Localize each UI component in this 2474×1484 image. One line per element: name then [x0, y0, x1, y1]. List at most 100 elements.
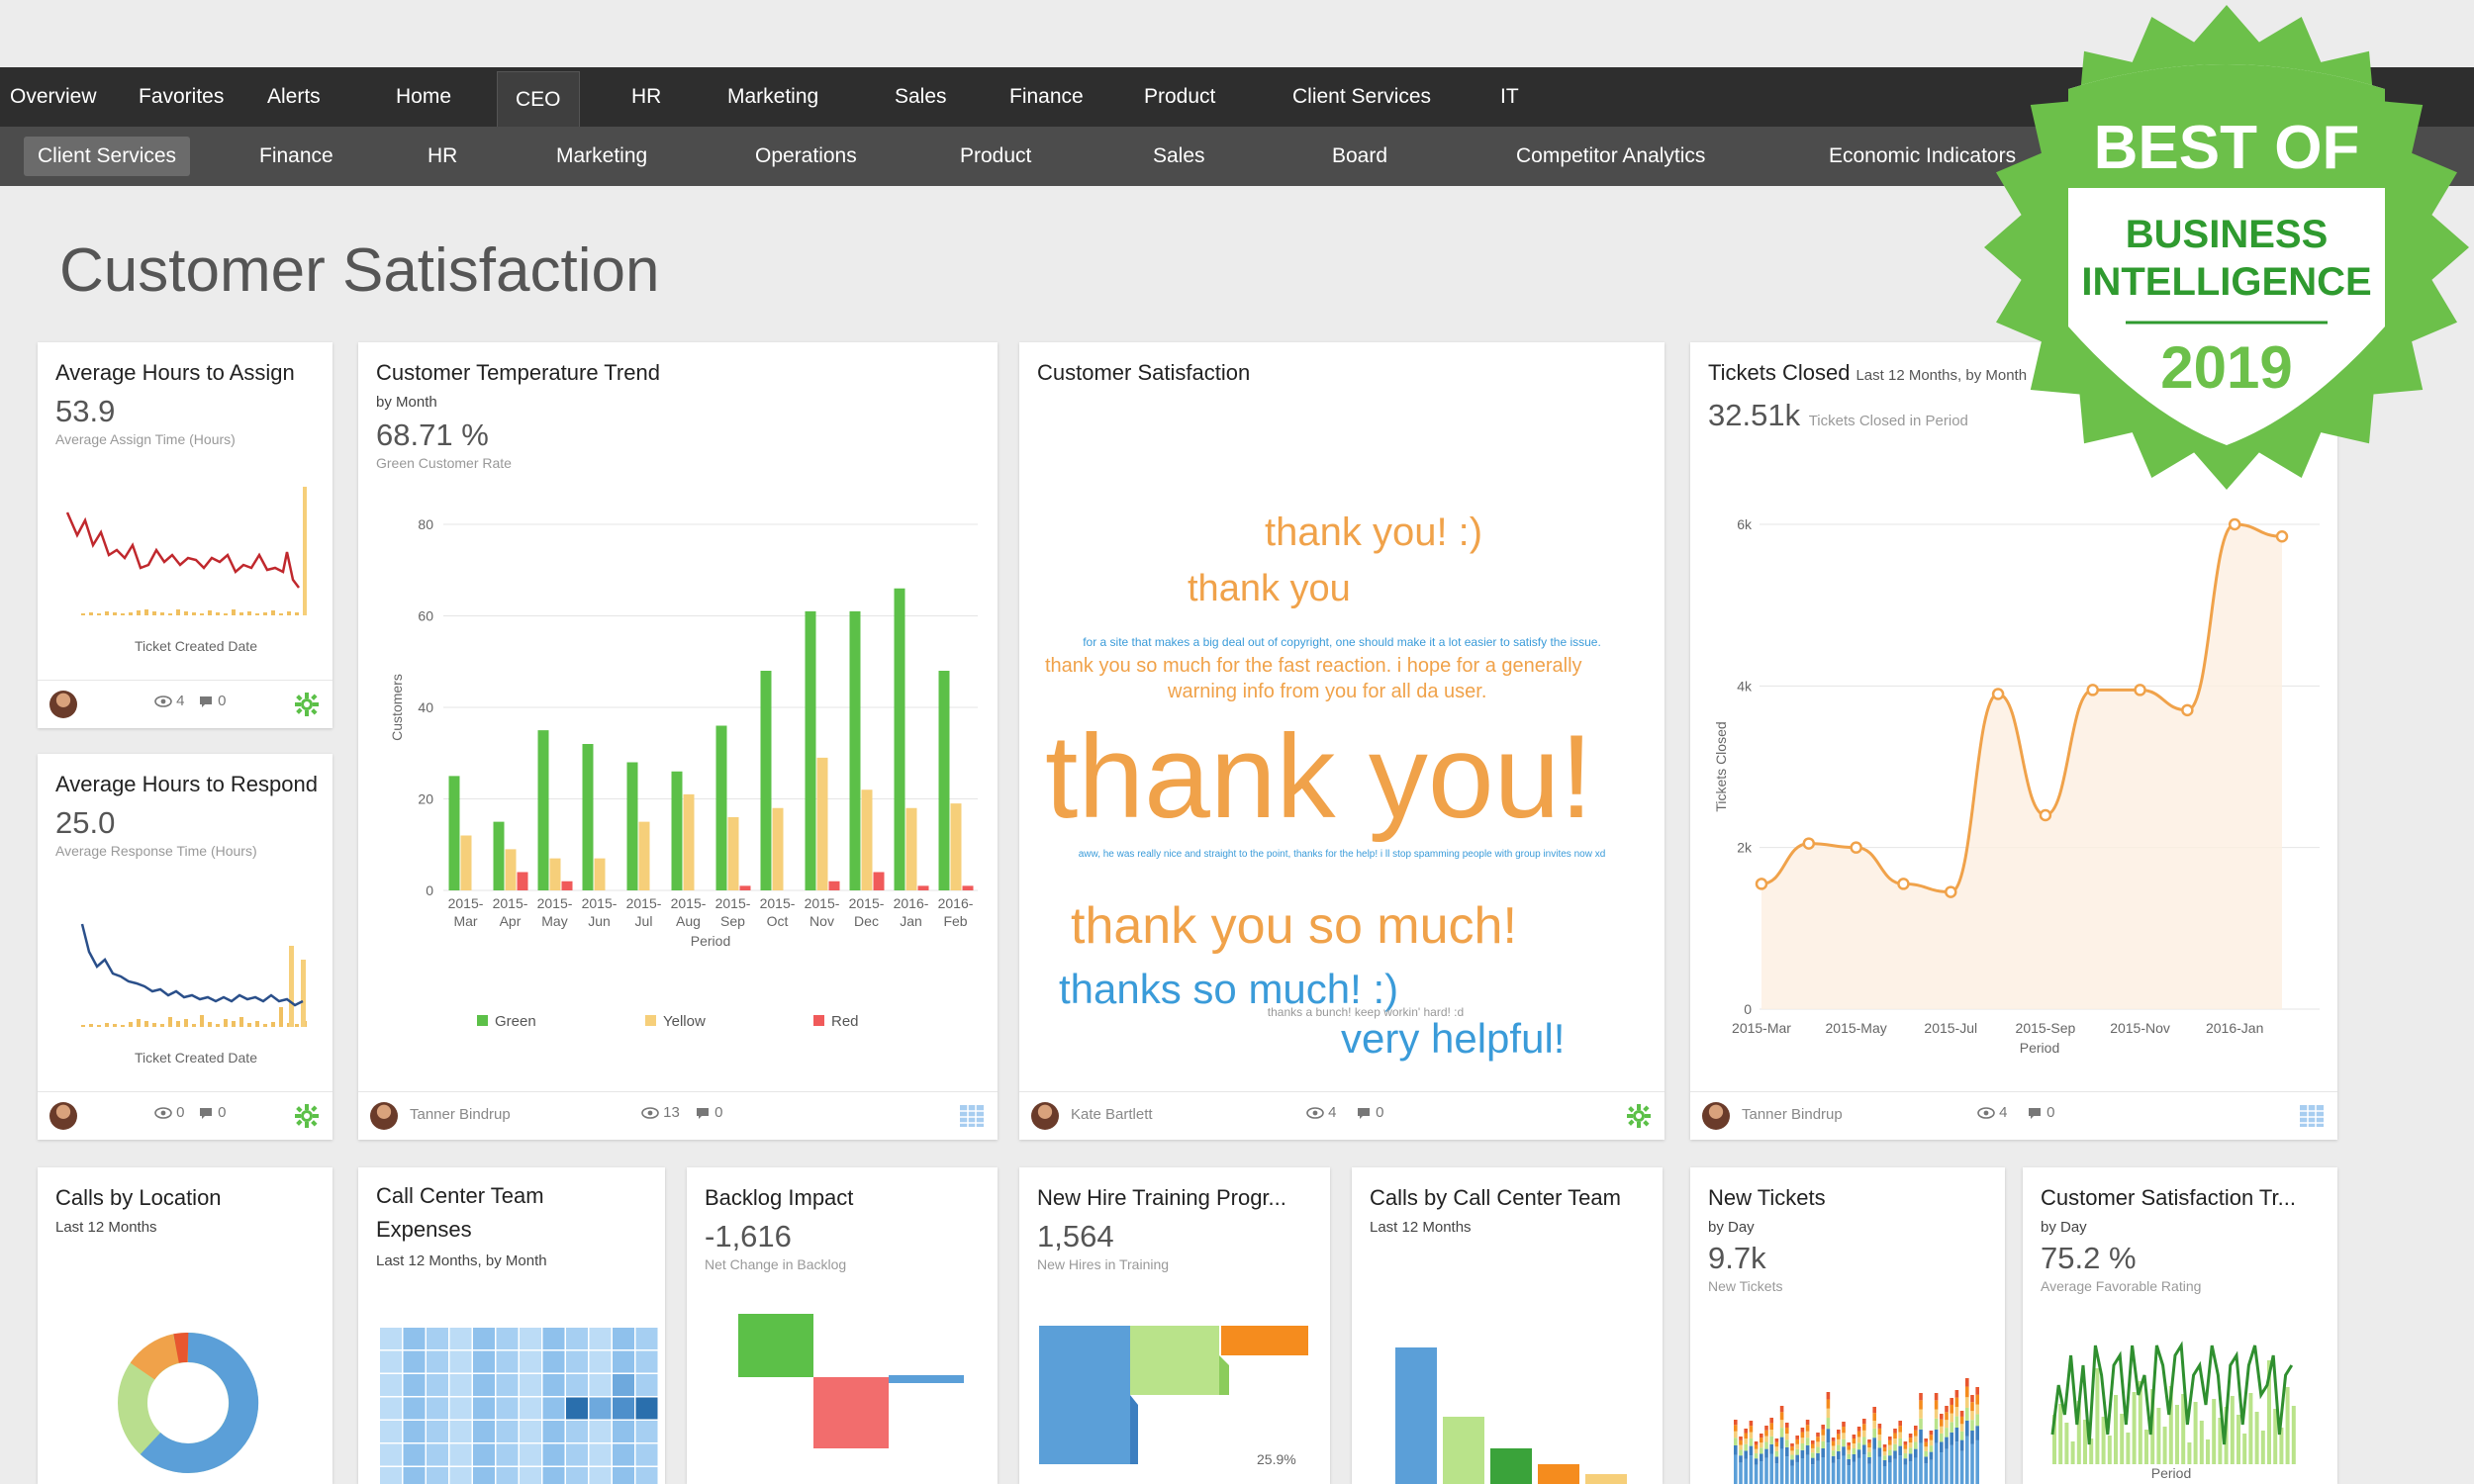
owner-name[interactable]: Kate Bartlett	[1071, 1106, 1153, 1123]
stacked-bar-segment	[1893, 1433, 1897, 1439]
subnav-tab-finance[interactable]: Finance	[259, 127, 333, 186]
comment-icon	[200, 696, 212, 707]
table-view-icon[interactable]	[2298, 1102, 2326, 1130]
card-backlog-impact[interactable]: Backlog Impact -1,616 Net Change in Back…	[687, 1167, 998, 1484]
heatmap-cell	[566, 1467, 588, 1484]
avatar[interactable]	[1031, 1102, 1059, 1130]
stacked-bar-segment	[1924, 1441, 1928, 1447]
stacked-bar-segment	[1764, 1448, 1768, 1458]
owner-name[interactable]: Tanner Bindrup	[1742, 1106, 1843, 1123]
subnav-tab-operations[interactable]: Operations	[755, 127, 857, 186]
stacked-bar-segment	[1908, 1447, 1913, 1454]
stacked-bar-segment	[1877, 1447, 1882, 1457]
card-calls-by-location[interactable]: Calls by Location Last 12 Months	[38, 1167, 333, 1484]
heatmap-cell	[635, 1397, 658, 1420]
comments-count[interactable]: 0	[2027, 1104, 2055, 1121]
nav-tab-sales[interactable]: Sales	[895, 67, 947, 127]
comments-count[interactable]: 0	[695, 1104, 723, 1121]
sparkline-bar	[152, 611, 156, 615]
subnav-tab-competitor-analytics[interactable]: Competitor Analytics	[1516, 127, 1705, 186]
bar-red	[517, 872, 528, 890]
bar-green	[760, 671, 772, 890]
trend-bar	[2162, 1427, 2167, 1464]
nav-tab-overview[interactable]: Overview	[10, 67, 97, 127]
table-view-icon[interactable]	[958, 1102, 986, 1130]
sparkline-bar	[81, 1025, 85, 1027]
stacked-bar-segment	[1924, 1446, 1928, 1451]
subnav-tab-marketing[interactable]: Marketing	[556, 127, 647, 186]
subnav-tab-hr[interactable]: HR	[428, 127, 457, 186]
refresh-gear-icon[interactable]	[293, 1102, 321, 1130]
views-count[interactable]: 4	[1306, 1104, 1337, 1121]
sparkline-bar	[184, 1019, 188, 1027]
card-avg-hours-assign[interactable]: Average Hours to Assign 53.9 Average Ass…	[38, 342, 333, 728]
stacked-bar-segment	[1744, 1443, 1748, 1451]
nav-tab-finance[interactable]: Finance	[1009, 67, 1084, 127]
stacked-bar-segment	[1842, 1438, 1846, 1447]
refresh-gear-icon[interactable]	[1625, 1102, 1653, 1130]
avatar[interactable]	[370, 1102, 398, 1130]
stacked-bar-segment	[1919, 1442, 1923, 1484]
views-count[interactable]: 0	[154, 1104, 185, 1121]
card-customer-satisfaction[interactable]: Customer Satisfaction thank you! :) thank…	[1019, 342, 1665, 1140]
nav-tab-product[interactable]: Product	[1144, 67, 1215, 127]
card-avg-hours-respond[interactable]: Average Hours to Respond 25.0 Average Re…	[38, 754, 333, 1140]
card-new-hire-training[interactable]: New Hire Training Progr... 1,564 New Hir…	[1019, 1167, 1330, 1484]
nav-tab-ceo[interactable]: CEO	[497, 71, 580, 128]
views-count[interactable]: 4	[1977, 1104, 2008, 1121]
avatar[interactable]	[49, 1102, 77, 1130]
stacked-bar-segment	[1800, 1442, 1805, 1450]
nav-tab-hr[interactable]: HR	[631, 67, 661, 127]
heatmap-cell	[473, 1397, 495, 1420]
stacked-bar-segment	[1903, 1448, 1908, 1454]
card-call-center-expenses[interactable]: Call Center Team Expenses Last 12 Months…	[358, 1167, 665, 1484]
avatar[interactable]	[49, 691, 77, 718]
stacked-bar-segment	[1929, 1439, 1934, 1446]
nav-tab-home[interactable]: Home	[396, 67, 451, 127]
card-new-tickets[interactable]: New Tickets by Day 9.7k New Tickets	[1690, 1167, 2005, 1484]
data-point	[1755, 878, 1768, 890]
nav-tab-marketing[interactable]: Marketing	[727, 67, 818, 127]
stacked-bar-segment	[1954, 1407, 1959, 1417]
avatar[interactable]	[1702, 1102, 1730, 1130]
subnav-tab-client-services[interactable]: Client Services	[24, 137, 191, 176]
bar	[1395, 1347, 1437, 1484]
stacked-bar-segment	[1908, 1434, 1913, 1438]
stacked-bar-segment	[1837, 1438, 1841, 1445]
stacked-bar-segment	[1950, 1404, 1953, 1414]
comments-count[interactable]: 0	[198, 693, 227, 709]
heatmap-cell	[542, 1374, 565, 1396]
comments-count[interactable]: 0	[198, 1104, 227, 1121]
sparkline-bar	[200, 1015, 204, 1027]
views-count[interactable]: 13	[641, 1104, 680, 1121]
bar-yellow	[950, 803, 962, 890]
subnav-tab-board[interactable]: Board	[1332, 127, 1387, 186]
stacked-bar-segment	[1872, 1407, 1876, 1414]
views-count[interactable]: 4	[154, 693, 185, 709]
sparkline-bar	[137, 610, 141, 615]
sparkline-bar	[168, 1017, 172, 1027]
stacked-bar-segment	[1934, 1400, 1939, 1410]
nav-tab-it[interactable]: IT	[1500, 67, 1519, 127]
x-tick-label: Apr	[500, 913, 522, 929]
stacked-bar-segment	[1785, 1427, 1789, 1435]
legend-swatch	[477, 1015, 488, 1026]
card-temperature-trend[interactable]: Customer Temperature Trend by Month 68.7…	[358, 342, 998, 1140]
stacked-bar-segment	[1929, 1435, 1934, 1440]
comments-count[interactable]: 0	[1356, 1104, 1384, 1121]
card-satisfaction-trend[interactable]: Customer Satisfaction Tr... by Day 75.2 …	[2023, 1167, 2337, 1484]
stacked-bar-segment	[1924, 1438, 1928, 1442]
stacked-bar-segment	[1739, 1455, 1743, 1463]
card-calls-by-team[interactable]: Calls by Call Center Team Last 12 Months	[1352, 1167, 1663, 1484]
subnav-tab-product[interactable]: Product	[960, 127, 1031, 186]
refresh-gear-icon[interactable]	[293, 691, 321, 718]
nav-tab-client-services[interactable]: Client Services	[1292, 67, 1431, 127]
waterfall-bar	[889, 1375, 964, 1383]
stacked-bar-segment	[1852, 1438, 1856, 1443]
heatmap-cell	[542, 1467, 565, 1484]
owner-name[interactable]: Tanner Bindrup	[410, 1106, 511, 1123]
trend-bar	[2064, 1423, 2069, 1464]
subnav-tab-sales[interactable]: Sales	[1153, 127, 1205, 186]
nav-tab-favorites[interactable]: Favorites	[139, 67, 224, 127]
nav-tab-alerts[interactable]: Alerts	[267, 67, 321, 127]
